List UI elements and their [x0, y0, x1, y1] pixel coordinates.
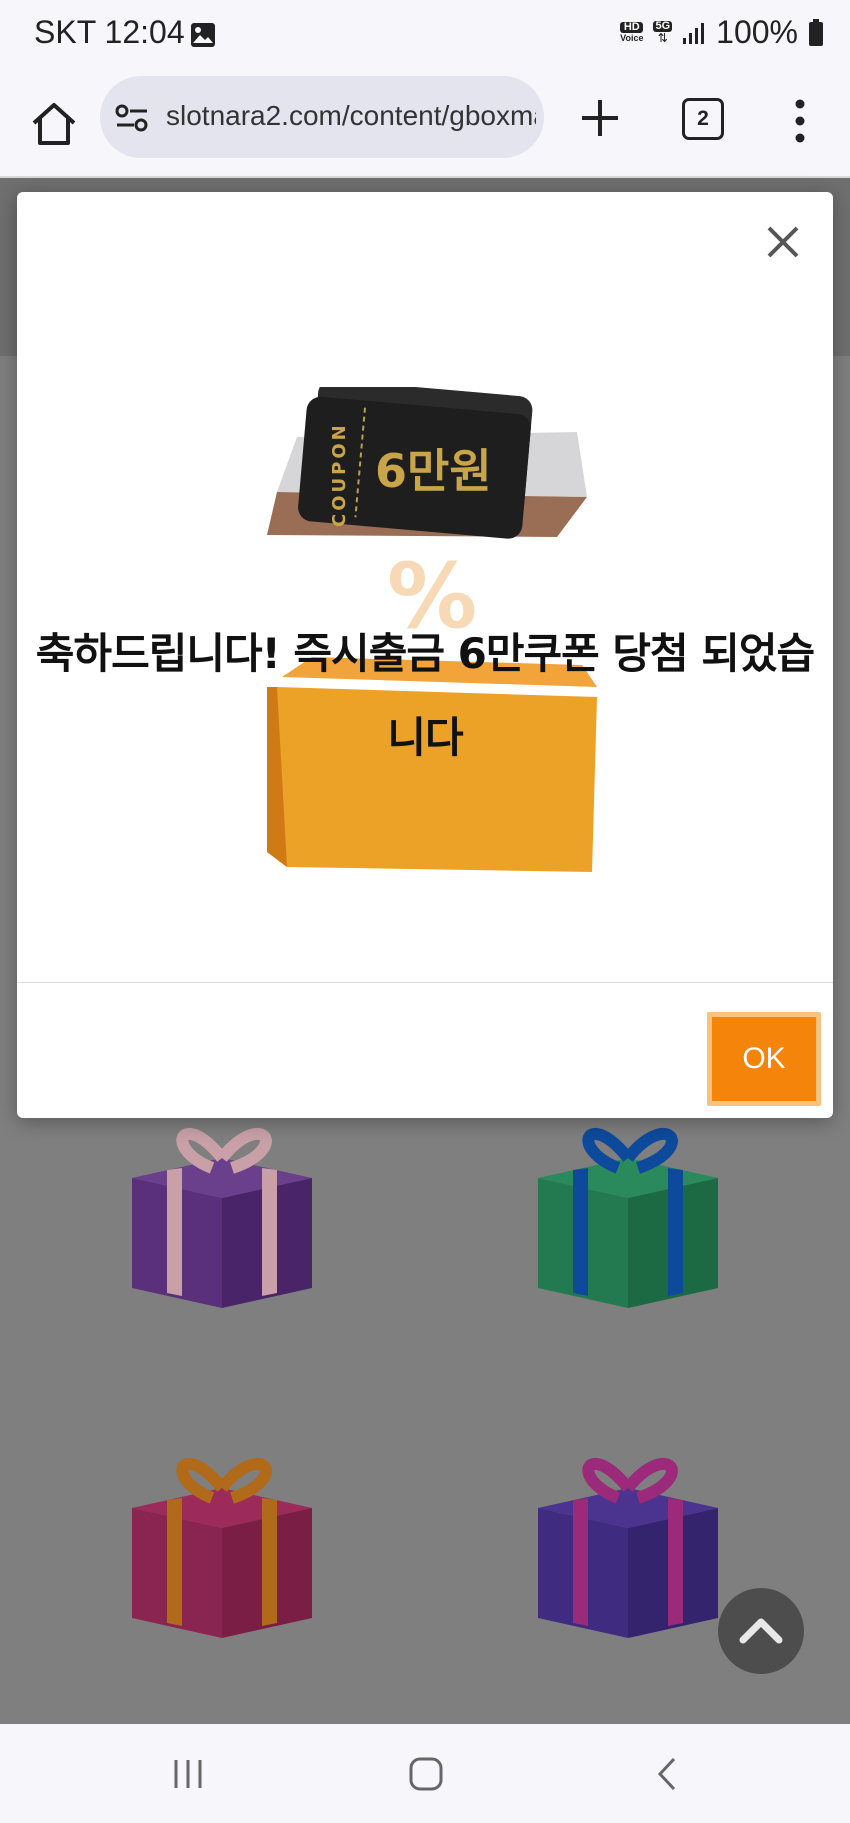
- coupon-word: COUPON: [329, 422, 350, 527]
- status-icons: HD Voice 5G ⇅ 100%: [620, 14, 824, 51]
- scroll-to-top-button[interactable]: [718, 1588, 804, 1674]
- back-icon[interactable]: [648, 1754, 688, 1794]
- tab-switcher-button[interactable]: 2: [682, 98, 724, 140]
- dialog-divider: [17, 982, 833, 983]
- gift-box-green[interactable]: [528, 1118, 728, 1308]
- carrier-time: SKT 12:04: [34, 14, 185, 50]
- gift-box-purple[interactable]: [122, 1118, 322, 1308]
- congratulations-message: 축하드립니다! 즉시출금 6만쿠폰 당첨 되었습니다: [35, 629, 815, 762]
- home-nav-icon[interactable]: [406, 1754, 446, 1794]
- hd-voice-icon: HD Voice: [620, 20, 644, 43]
- browser-toolbar: slotnara2.com/content/gboxmain 2: [0, 72, 850, 178]
- signal-icon: [683, 22, 705, 44]
- site-settings-icon[interactable]: [114, 100, 150, 136]
- recent-apps-icon[interactable]: [168, 1754, 208, 1794]
- gift-box-pink[interactable]: [122, 1448, 322, 1638]
- battery-icon: [809, 18, 823, 46]
- home-icon[interactable]: [26, 96, 82, 152]
- prize-dialog: % COUPON 6만원 축하드립니다! 즉시출금 6만쿠폰 당첨 되었습니다 …: [17, 192, 833, 1118]
- coupon-amount: 6만원: [375, 444, 492, 498]
- address-bar[interactable]: slotnara2.com/content/gboxmain: [100, 76, 544, 158]
- system-navigation-bar: [0, 1724, 850, 1823]
- status-bar: SKT 12:04 HD Voice 5G ⇅ 100%: [0, 0, 850, 72]
- new-tab-icon[interactable]: [574, 92, 626, 144]
- network-5g-icon: 5G ⇅: [653, 20, 673, 45]
- gallery-icon: [191, 23, 215, 47]
- battery-percent: 100%: [716, 14, 798, 50]
- close-icon[interactable]: [763, 222, 803, 262]
- more-options-icon[interactable]: [790, 96, 810, 146]
- url-text[interactable]: slotnara2.com/content/gboxmain: [166, 100, 536, 132]
- chevron-up-icon: [739, 1618, 783, 1644]
- ok-button[interactable]: OK: [707, 1012, 821, 1106]
- gift-box-violet[interactable]: [528, 1448, 728, 1638]
